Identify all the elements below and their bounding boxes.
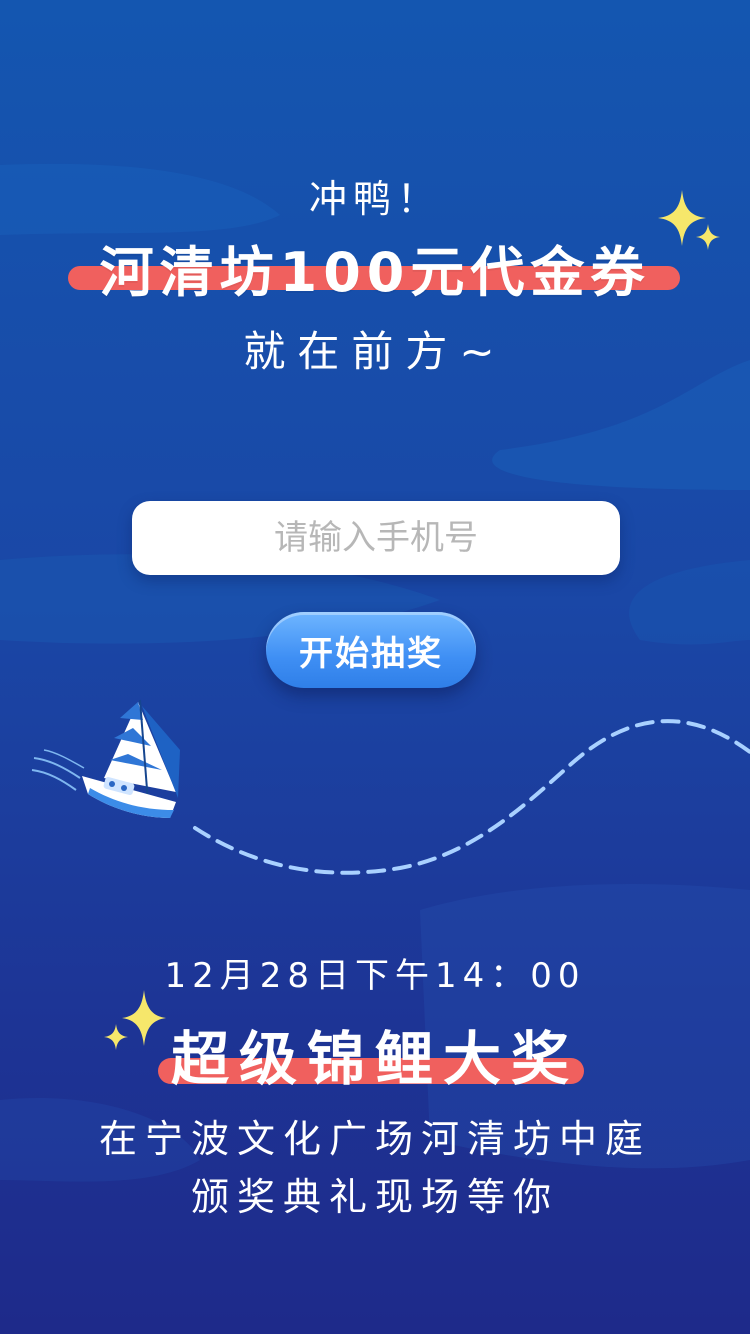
venue-line-2: 颁奖典礼现场等你 [190, 1175, 559, 1219]
venue-line-1: 在宁波文化广场河清坊中庭 [98, 1117, 651, 1161]
prize-title: 超级锦鲤大奖 [170, 1025, 579, 1093]
page-title: 河清坊100元代金券 [99, 241, 651, 304]
sailboat-illustration [31, 699, 180, 818]
start-draw-button[interactable]: 开始抽奖 [266, 612, 476, 688]
headline-subtitle: 就在前方~ [243, 327, 507, 376]
headline-top: 冲鸭！ [308, 177, 441, 221]
phone-input[interactable] [132, 501, 620, 575]
